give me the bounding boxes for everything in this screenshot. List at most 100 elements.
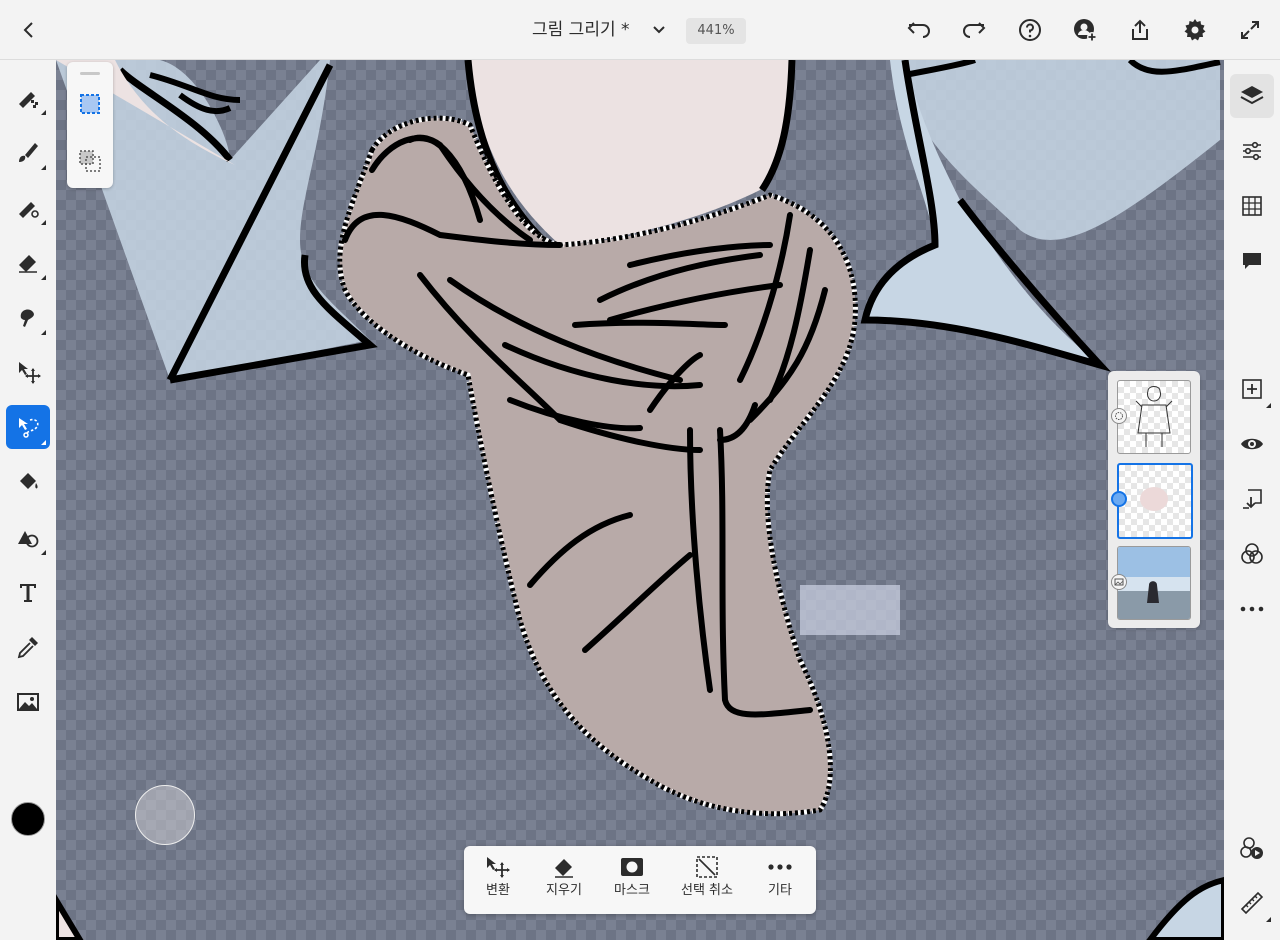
selection-action-bar: 변환 지우기 마스크 선택 취소 기타 xyxy=(464,846,816,914)
move-tool[interactable] xyxy=(6,350,50,394)
live-brush-tool[interactable] xyxy=(6,130,50,174)
more-label: 기타 xyxy=(768,883,792,898)
help-button[interactable] xyxy=(1014,14,1046,46)
pixel-brush-tool[interactable] xyxy=(6,75,50,119)
vector-brush-icon xyxy=(19,202,39,218)
transform-button[interactable]: 변환 xyxy=(480,852,516,908)
settings-button[interactable] xyxy=(1179,14,1211,46)
ruler-button[interactable] xyxy=(1230,881,1274,925)
undo-icon xyxy=(907,22,930,38)
layer-more-button[interactable] xyxy=(1230,587,1274,631)
eye-icon xyxy=(1241,438,1263,450)
add-layer-icon xyxy=(1242,379,1262,399)
selection-subtract-icon xyxy=(79,150,101,172)
drawing-canvas[interactable] xyxy=(56,60,1224,940)
zoom-level[interactable]: 441% xyxy=(686,18,746,44)
grid-button[interactable] xyxy=(1230,184,1274,228)
live-brush-icon xyxy=(19,143,38,162)
blend-mode-button[interactable] xyxy=(1230,532,1274,576)
left-toolbar xyxy=(0,60,56,940)
eraser-tool[interactable] xyxy=(6,240,50,284)
shape-tool[interactable] xyxy=(6,515,50,559)
redo-button[interactable] xyxy=(958,14,990,46)
layer-thumbnail-color[interactable] xyxy=(1117,463,1193,539)
back-button[interactable] xyxy=(13,14,45,46)
image-tool[interactable] xyxy=(6,680,50,724)
share-icon xyxy=(1132,19,1148,40)
pixel-layer-icon xyxy=(1111,408,1127,424)
color-layer-thumbnail xyxy=(1140,487,1168,511)
subtract-selection-button[interactable] xyxy=(76,147,104,175)
current-color-swatch[interactable] xyxy=(11,802,45,836)
merge-down-button[interactable] xyxy=(1230,477,1274,521)
fill-tool[interactable] xyxy=(6,460,50,504)
share-button[interactable] xyxy=(1124,14,1156,46)
timelapse-button[interactable] xyxy=(1230,826,1274,870)
blend-icon xyxy=(1241,543,1263,564)
image-icon xyxy=(17,693,39,711)
merge-down-icon xyxy=(1243,489,1262,509)
fill-icon xyxy=(20,473,38,489)
layers-icon xyxy=(1240,86,1264,105)
transform-icon xyxy=(487,857,510,878)
image-layer-icon xyxy=(1111,574,1127,590)
eyedropper-icon xyxy=(17,637,38,659)
artwork xyxy=(56,60,1224,940)
gear-icon xyxy=(1184,19,1206,41)
deselect-label: 선택 취소 xyxy=(681,883,733,898)
layer-visibility-button[interactable] xyxy=(1230,422,1274,466)
line-art-thumbnail xyxy=(1135,386,1173,447)
chevron-left-icon xyxy=(23,22,33,38)
new-selection-button[interactable] xyxy=(76,90,104,118)
expand-icon xyxy=(1241,21,1259,39)
add-layer-button[interactable] xyxy=(1230,367,1274,411)
shape-icon xyxy=(18,531,39,548)
title-menu-button[interactable] xyxy=(648,18,670,42)
photo-thumbnail xyxy=(1118,547,1190,619)
erase-icon xyxy=(555,859,573,878)
panel-grip[interactable] xyxy=(80,72,100,75)
top-bar: 그림 그리기 * 441% xyxy=(0,0,1280,60)
erase-button[interactable]: 지우기 xyxy=(544,852,584,908)
more-icon xyxy=(768,864,792,870)
help-icon xyxy=(1019,19,1041,41)
lasso-select-icon xyxy=(19,418,39,438)
adjustments-button[interactable] xyxy=(1230,129,1274,173)
mask-icon xyxy=(621,858,643,876)
selection-mode-panel xyxy=(67,62,113,188)
ruler-icon xyxy=(1240,891,1264,915)
erase-label: 지우기 xyxy=(546,883,582,898)
chevron-down-icon xyxy=(653,26,665,34)
layer-stack xyxy=(1108,371,1200,628)
transform-label: 변환 xyxy=(486,883,510,898)
touch-shortcut[interactable] xyxy=(135,785,195,845)
vector-brush-tool[interactable] xyxy=(6,185,50,229)
eraser-icon xyxy=(19,255,37,273)
layer-thumbnail-line-art[interactable] xyxy=(1117,380,1191,454)
mask-button[interactable]: 마스크 xyxy=(612,852,652,908)
document-title[interactable]: 그림 그리기 * xyxy=(532,18,630,42)
pixel-brush-icon xyxy=(19,92,38,108)
recording-icon xyxy=(1240,837,1263,859)
deselect-button[interactable]: 선택 취소 xyxy=(680,852,734,908)
smudge-tool[interactable] xyxy=(6,295,50,339)
deselect-icon xyxy=(696,856,718,878)
right-toolbar xyxy=(1224,60,1280,940)
move-icon xyxy=(19,362,41,384)
adjustments-icon xyxy=(1243,141,1261,161)
eyedropper-tool[interactable] xyxy=(6,625,50,669)
undo-button[interactable] xyxy=(903,14,935,46)
layer-thumbnail-photo[interactable] xyxy=(1117,546,1191,620)
comments-button[interactable] xyxy=(1230,239,1274,283)
layers-button[interactable] xyxy=(1230,74,1274,118)
fullscreen-button[interactable] xyxy=(1234,14,1266,46)
lasso-select-tool[interactable] xyxy=(6,405,50,449)
more-actions-button[interactable]: 기타 xyxy=(762,852,798,908)
more-icon xyxy=(1240,606,1264,612)
comment-icon xyxy=(1243,253,1261,269)
text-tool[interactable] xyxy=(6,570,50,614)
invite-button[interactable] xyxy=(1069,14,1101,46)
add-person-icon xyxy=(1074,19,1097,42)
selected-layer-indicator xyxy=(1111,491,1127,507)
text-icon xyxy=(20,584,36,602)
